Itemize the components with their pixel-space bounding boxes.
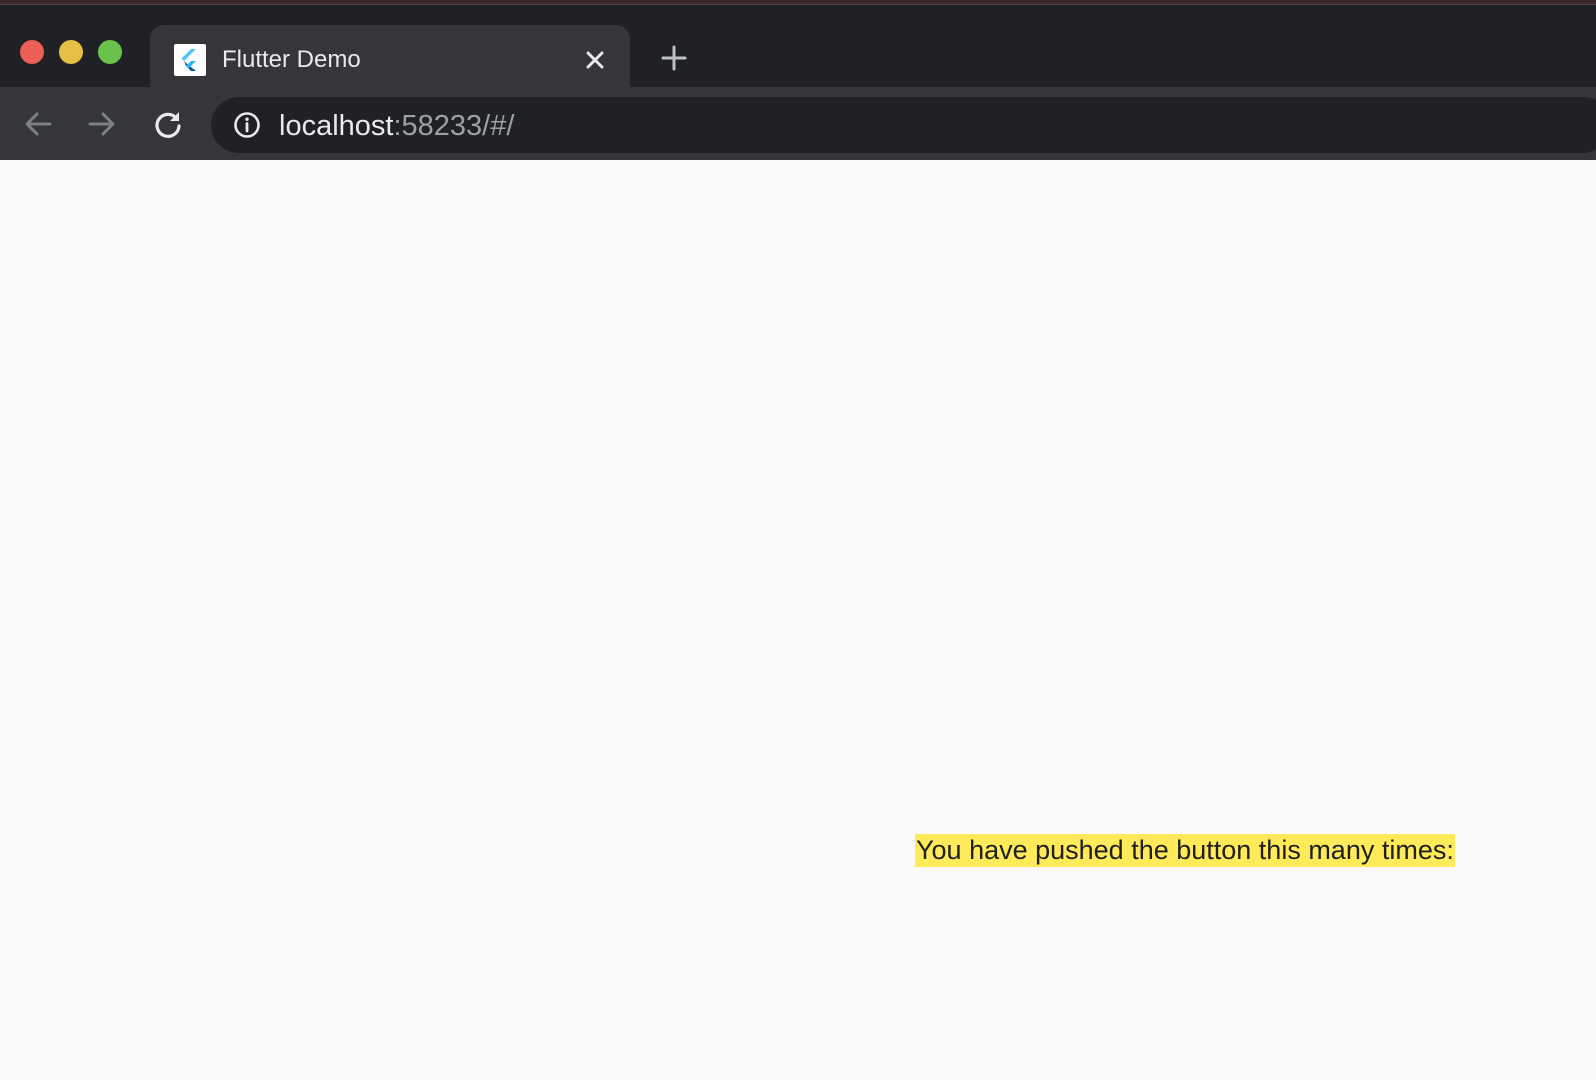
close-icon[interactable] — [578, 43, 612, 77]
counter-message: You have pushed the button this many tim… — [915, 834, 1455, 867]
browser-chrome: Flutter Demo localhost:58233/#/ — [0, 0, 1596, 160]
window-close-button[interactable] — [20, 40, 44, 64]
window-maximize-button[interactable] — [98, 40, 122, 64]
address-bar[interactable]: localhost:58233/#/ — [211, 97, 1596, 153]
flutter-logo-icon — [174, 44, 206, 76]
reload-icon[interactable] — [147, 103, 189, 145]
page-content: You have pushed the button this many tim… — [0, 160, 1596, 1080]
window-minimize-button[interactable] — [59, 40, 83, 64]
tab-title: Flutter Demo — [222, 46, 361, 73]
tab-strip: Flutter Demo — [0, 5, 1596, 93]
plus-icon[interactable] — [656, 40, 692, 76]
browser-toolbar: localhost:58233/#/ — [0, 87, 1596, 160]
tab-flutter-demo[interactable]: Flutter Demo — [150, 25, 630, 93]
arrow-right-icon[interactable] — [81, 103, 123, 145]
url-text[interactable]: localhost:58233/#/ — [279, 109, 514, 143]
info-circle-icon[interactable] — [233, 111, 261, 139]
url-path: :58233/#/ — [393, 110, 515, 142]
arrow-left-icon[interactable] — [17, 103, 59, 145]
url-host: localhost — [279, 110, 394, 142]
